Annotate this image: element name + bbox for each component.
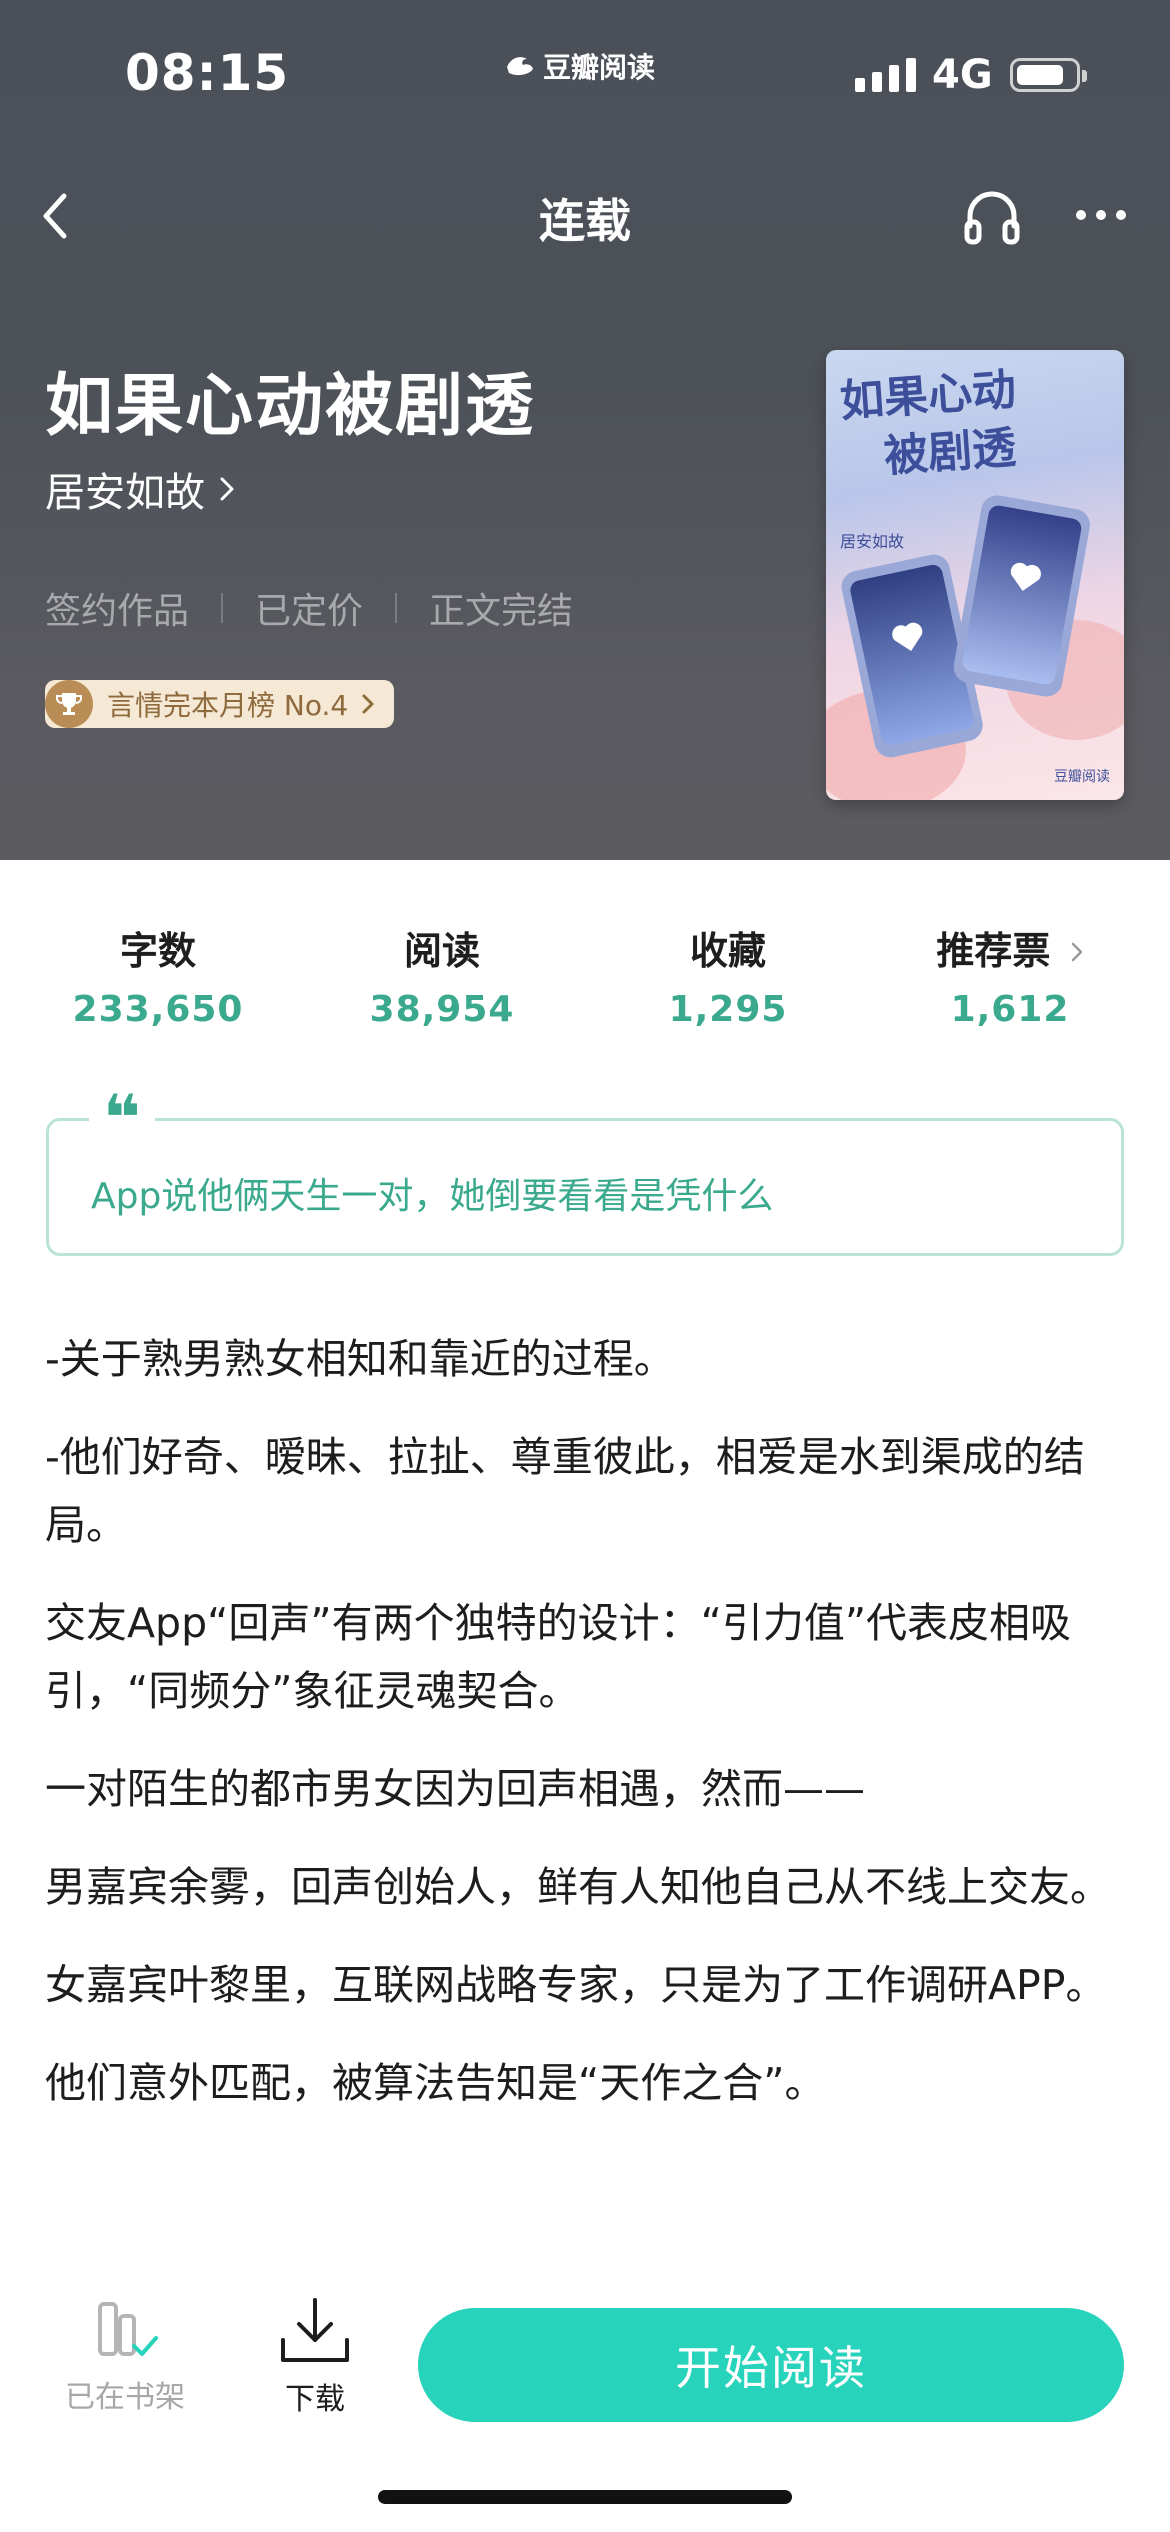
author-name: 居安如故: [45, 470, 205, 516]
tag-divider: [395, 593, 398, 623]
download-icon: [281, 2298, 349, 2362]
tag-priced: 已定价: [255, 591, 364, 632]
quote-icon: ❝: [89, 1087, 155, 1151]
synopsis-paragraph: 女嘉宾叶黎里，互联网战略专家，只是为了工作调研APP。: [45, 1961, 1107, 2009]
start-reading-button[interactable]: 开始阅读: [418, 2308, 1124, 2422]
book-stats: 字数 233,650 阅读 38,954 收藏 1,295 推荐票 1,612: [0, 920, 1170, 1040]
network-label: 4G: [932, 52, 993, 98]
synopsis-paragraph: -关于熟男熟女相知和靠近的过程。: [45, 1335, 675, 1383]
book-header: 08:15 豆瓣阅读 4G 连载 如果心动被剧透 居安如故 签约作品 已定价 正…: [0, 0, 1170, 860]
battery-icon: [1010, 58, 1087, 92]
status-time: 08:15: [125, 44, 290, 102]
synopsis: -关于熟男熟女相知和靠近的过程。 -他们好奇、暧昧、拉扯、尊重彼此，相爱是水到渠…: [45, 1325, 1130, 2147]
tag-completed: 正文完结: [429, 591, 574, 632]
brand-label: 豆瓣阅读: [505, 46, 655, 86]
trophy-icon: [45, 680, 93, 728]
stat-reads: 阅读 38,954: [369, 929, 515, 1030]
stat-recommend-votes[interactable]: 推荐票 1,612: [900, 920, 1120, 1030]
headphones-icon[interactable]: [962, 186, 1022, 246]
chevron-right-icon: [362, 694, 374, 714]
stat-favorites: 收藏 1,295: [668, 929, 788, 1030]
rank-badge[interactable]: 言情完本月榜 No.4: [45, 680, 395, 728]
synopsis-paragraph: 男嘉宾余雾，回声创始人，鲜有人知他自己从不线上交友。: [45, 1863, 1111, 1911]
bookshelf-check-icon: [98, 2302, 158, 2356]
author-link[interactable]: 居安如故: [45, 460, 235, 518]
download-label: 下载: [285, 2382, 345, 2417]
book-tags: 签约作品 已定价 正文完结: [45, 582, 573, 634]
cover-author: 居安如故: [840, 532, 905, 551]
more-icon[interactable]: [1075, 205, 1127, 225]
on-shelf-button[interactable]: 已在书架: [60, 2300, 190, 2416]
brand-text: 豆瓣阅读: [543, 51, 656, 84]
synopsis-paragraph: 他们意外匹配，被算法告知是“天作之合”。: [45, 2059, 826, 2107]
rank-text: 言情完本月榜 No.4: [107, 689, 349, 722]
cover-title: 如果心动 被剧透: [838, 364, 1018, 483]
on-shelf-label: 已在书架: [65, 2380, 185, 2415]
signal-icon: [855, 58, 916, 92]
chevron-right-icon: [1071, 942, 1082, 962]
synopsis-paragraph: 一对陌生的都市男女因为回声相遇，然而——: [45, 1765, 865, 1813]
cover-publisher: 豆瓣阅读: [1054, 769, 1110, 785]
synopsis-paragraph: 交友App“回声”有两个独特的设计：“引力值”代表皮相吸引，“同频分”象征灵魂契…: [45, 1599, 1072, 1715]
tag-divider: [221, 593, 224, 623]
download-button[interactable]: 下载: [260, 2296, 370, 2418]
douban-read-icon: [507, 57, 533, 76]
book-title: 如果心动被剧透: [45, 367, 536, 446]
chevron-right-icon: [220, 477, 234, 501]
tag-signed: 签约作品: [45, 591, 190, 632]
home-indicator[interactable]: [378, 2490, 792, 2504]
status-bar: 08:15 豆瓣阅读 4G: [0, 0, 1170, 150]
synopsis-paragraph: -他们好奇、暧昧、拉扯、尊重彼此，相爱是水到渠成的结局。: [45, 1433, 1085, 1549]
tagline-box: ❝ App说他俩天生一对，她倒要看看是凭什么: [46, 1087, 1124, 1256]
stat-word-count: 字数 233,650: [72, 929, 244, 1030]
book-cover[interactable]: 如果心动 被剧透 居安如故 豆瓣阅读: [826, 350, 1124, 800]
tagline-text: App说他俩天生一对，她倒要看看是凭什么: [91, 1176, 774, 1217]
